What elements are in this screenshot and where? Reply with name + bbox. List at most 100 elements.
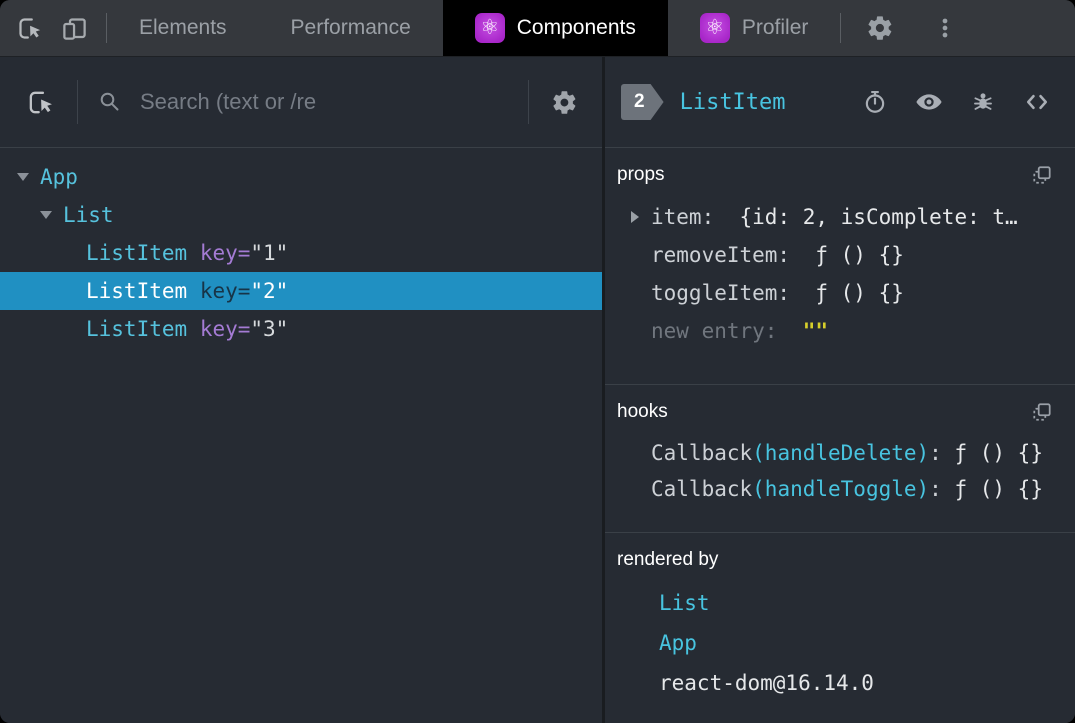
select-element-button[interactable] (26, 88, 55, 117)
kv-space (714, 205, 739, 229)
hooks-rows: Callback (handleDelete): ƒ () {} Callback(… (617, 435, 1059, 507)
search-field (78, 88, 528, 116)
tab-label: Performance (290, 16, 411, 39)
component-name: List (63, 203, 114, 227)
kv-space (777, 319, 802, 343)
copy-hooks-button[interactable] (1031, 401, 1053, 423)
tree-row-listitem-3[interactable]: ListItem key= "3" (0, 310, 602, 348)
prop-value[interactable]: "" (803, 319, 828, 343)
hook-type: Callback (651, 441, 753, 465)
triangle-down-icon (17, 173, 29, 181)
topbar-tabs: Elements Performance ⚛ Components ⚛ Profiler (107, 0, 840, 56)
prop-value[interactable]: {id: 2, isComplete: t… (740, 205, 1018, 229)
attr-space (187, 317, 200, 341)
react-atom-icon: ⚛ (699, 13, 730, 43)
prop-row-removeItem[interactable]: removeItem: ƒ () {} (617, 236, 1059, 274)
rendered-by-row-react-dom-16-14-0: react-dom@16.14.0 (617, 663, 1059, 703)
prop-value[interactable]: ƒ () {} (815, 243, 904, 267)
rendered-by-section-title: rendered by (617, 549, 719, 570)
tree-row-listitem-1[interactable]: ListItem key= "1" (0, 234, 602, 272)
attr-space (187, 241, 200, 265)
owner-link[interactable]: App (659, 631, 697, 655)
inspect-dom-button[interactable] (915, 88, 943, 116)
toolbar-divider-2 (528, 80, 529, 124)
attr-key: key= (199, 317, 251, 341)
hook-value: ƒ () {} (954, 477, 1043, 501)
stopwatch-icon (862, 89, 888, 115)
eye-icon (915, 88, 943, 116)
rendered-by-section: rendered by List App react-dom@16.14.0 (605, 533, 1075, 723)
devtools-main: AppListListItem key="1"ListItem key="2"L… (0, 57, 1075, 723)
log-data-button[interactable] (970, 89, 996, 115)
tree-toolbar (0, 57, 602, 148)
tab-elements[interactable]: Elements (107, 0, 259, 56)
hook-name: (handleToggle) (752, 477, 930, 501)
search-input[interactable] (138, 88, 528, 116)
components-tree-panel: AppListListItem key="1"ListItem key="2"L… (0, 57, 602, 723)
owners-stack-badge[interactable]: 2 (621, 84, 664, 120)
tree-row-app[interactable]: App (0, 158, 602, 196)
prop-key: item: (651, 205, 715, 229)
settings-button[interactable] (866, 14, 894, 42)
gear-icon (866, 14, 894, 42)
attr-key: key= (199, 279, 251, 303)
props-section: props item: {id: 2, isComplete: t… remove… (605, 148, 1075, 385)
code-brackets-icon (1023, 88, 1051, 116)
tree-row-list[interactable]: List (0, 196, 602, 234)
component-name: ListItem (86, 279, 188, 303)
search-icon (98, 90, 122, 114)
hook-colon: : (929, 477, 955, 501)
props-section-title: props (617, 164, 665, 185)
details-header: 2 ListItem (605, 57, 1075, 148)
view-settings-button[interactable] (551, 89, 578, 116)
expand-arrow-icon[interactable] (631, 211, 639, 223)
hook-value: ƒ () {} (954, 441, 1043, 465)
hook-row-handleDelete[interactable]: Callback (handleDelete): ƒ () {} (617, 435, 1059, 471)
hook-name: (handleDelete) (752, 441, 930, 465)
tree-row-listitem-2[interactable]: ListItem key= "2" (0, 272, 602, 310)
copy-icon (1031, 401, 1053, 423)
hook-colon: : (929, 441, 955, 465)
devtools-topbar: Elements Performance ⚛ Components ⚛ Profiler (0, 0, 1075, 57)
component-name: ListItem (86, 317, 188, 341)
expand-arrow-icon[interactable] (17, 173, 40, 181)
prop-key: toggleItem: (651, 281, 791, 305)
details-actions (862, 88, 1051, 116)
tab-components[interactable]: ⚛ Components (442, 0, 668, 56)
rendered-by-rows: List App react-dom@16.14.0 (617, 583, 1059, 703)
tab-label: Elements (139, 16, 227, 39)
tab-profiler[interactable]: ⚛ Profiler (668, 0, 841, 56)
hooks-section-title: hooks (617, 401, 668, 422)
device-toolbar-button[interactable] (61, 15, 88, 42)
triangle-down-icon (40, 211, 52, 219)
gear-icon (551, 89, 578, 116)
hooks-section: hooks Callback (handleDelete): ƒ () {} Cal… (605, 385, 1075, 533)
attr-value: "3" (250, 317, 289, 341)
prop-value[interactable]: ƒ () {} (815, 281, 904, 305)
view-source-button[interactable] (1023, 88, 1051, 116)
component-name: App (40, 165, 78, 189)
expand-arrow-icon[interactable] (40, 211, 63, 219)
tab-performance[interactable]: Performance (259, 0, 443, 56)
more-options-button[interactable] (932, 15, 958, 41)
props-rows: item: {id: 2, isComplete: t… removeItem: … (617, 198, 1059, 350)
hook-type: Callback (651, 477, 753, 501)
hook-row-handleToggle[interactable]: Callback (handleToggle): ƒ () {} (617, 471, 1059, 507)
component-tree: App List ListItem key= "1" ListItem key= "2" L… (0, 148, 602, 723)
copy-props-button[interactable] (1031, 164, 1053, 186)
tab-label: Profiler (741, 16, 809, 39)
details-sections: props item: {id: 2, isComplete: t… remove… (605, 148, 1075, 723)
prop-row-new-entry[interactable]: new entry: "" (617, 312, 1059, 350)
selected-component-name: ListItem (679, 89, 786, 115)
suspend-toggle-button[interactable] (862, 89, 888, 115)
inspect-element-button[interactable] (16, 15, 43, 42)
prop-key: new entry: (651, 319, 778, 343)
rendered-by-row-List: List (617, 583, 1059, 623)
devtools-window: Elements Performance ⚛ Components ⚛ Profiler (0, 0, 1075, 723)
prop-row-item[interactable]: item: {id: 2, isComplete: t… (617, 198, 1059, 236)
copy-icon (1031, 164, 1053, 186)
prop-row-toggleItem[interactable]: toggleItem: ƒ () {} (617, 274, 1059, 312)
bug-icon (970, 89, 996, 115)
attr-value: "1" (250, 241, 289, 265)
owner-link[interactable]: List (659, 591, 710, 615)
